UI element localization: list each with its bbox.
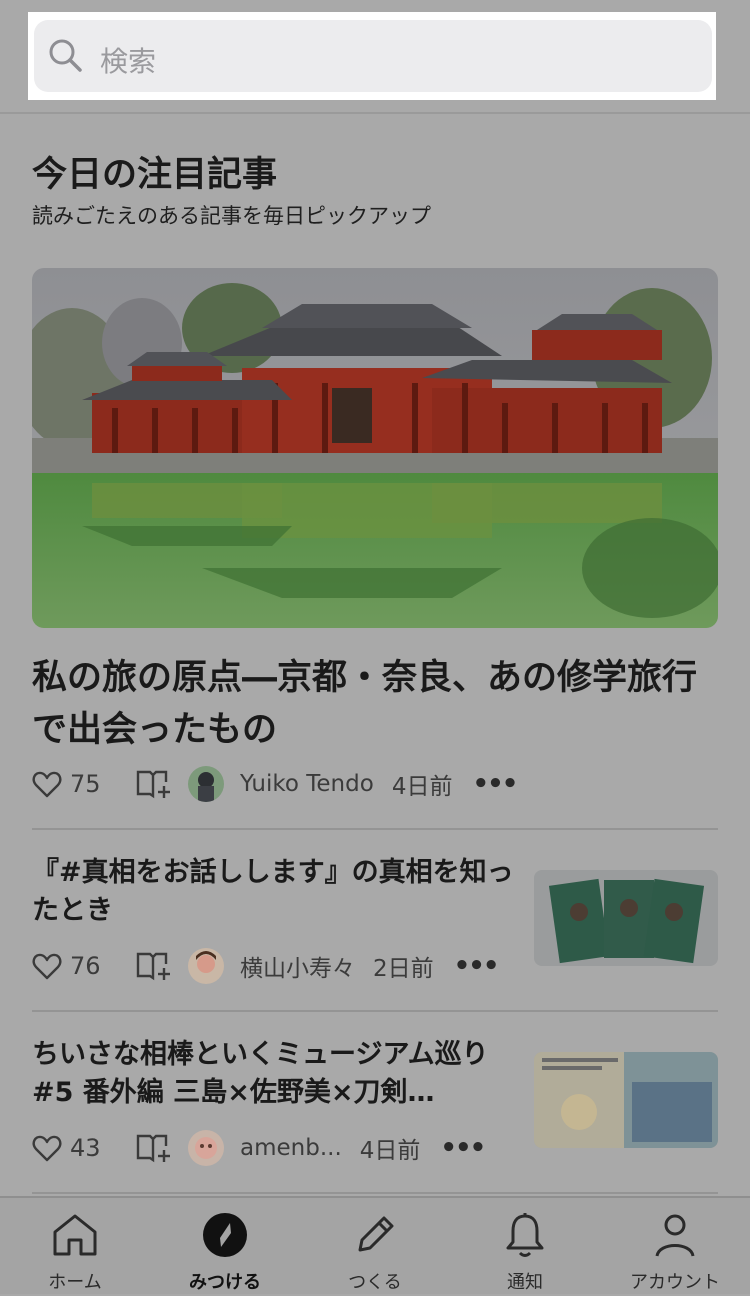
post-time: 2日前 — [373, 956, 434, 982]
like-count: 75 — [70, 770, 101, 798]
tab-create[interactable]: つくる — [300, 1198, 450, 1296]
divider — [32, 1192, 718, 1194]
featured-article-meta: 75 Yuiko Tendo 4日前 ••• — [32, 764, 518, 804]
avatar[interactable] — [188, 766, 224, 802]
tab-label: みつける — [189, 1272, 261, 1293]
author-name[interactable]: amenb... — [240, 1135, 342, 1161]
tab-home[interactable]: ホーム — [0, 1198, 150, 1296]
article-meta: 43 amenb... 4日前 ••• — [32, 1128, 486, 1168]
article-thumbnail[interactable] — [534, 870, 718, 966]
heart-icon[interactable] — [32, 952, 62, 980]
section-title: 今日の注目記事 — [32, 155, 278, 195]
more-options-icon[interactable]: ••• — [440, 1133, 486, 1163]
tab-notifications[interactable]: 通知 — [450, 1198, 600, 1296]
search-placeholder: 検索 — [100, 45, 157, 78]
search-icon — [49, 39, 82, 72]
divider — [32, 828, 718, 830]
header-divider — [0, 112, 750, 114]
search-input[interactable]: 検索 — [34, 20, 712, 92]
add-to-magazine-icon[interactable] — [136, 1132, 172, 1164]
divider — [32, 1010, 718, 1012]
avatar[interactable] — [188, 1130, 224, 1166]
home-icon — [50, 1212, 100, 1262]
author-name[interactable]: Yuiko Tendo — [240, 771, 374, 797]
like-count: 76 — [70, 952, 101, 980]
more-options-icon[interactable]: ••• — [472, 769, 518, 799]
article-meta: 76 横山小寿々 2日前 ••• — [32, 946, 500, 986]
tab-label: ホーム — [48, 1272, 102, 1293]
author-name[interactable]: 横山小寿々 — [240, 949, 355, 983]
tab-label: つくる — [348, 1272, 402, 1293]
search-header: 検索 — [28, 12, 716, 100]
tab-account[interactable]: アカウント — [600, 1198, 750, 1296]
article-title[interactable]: 『#真相をお話しします』の真相を知ったとき — [32, 854, 522, 930]
heart-icon[interactable] — [32, 770, 62, 798]
tab-label: アカウント — [630, 1272, 720, 1293]
more-options-icon[interactable]: ••• — [454, 951, 500, 981]
heart-icon[interactable] — [32, 1134, 62, 1162]
bell-icon — [503, 1212, 547, 1264]
avatar[interactable] — [188, 948, 224, 984]
person-icon — [653, 1212, 697, 1262]
article-title[interactable]: ちいさな相棒といくミュージアム巡り#5 番外編 三島×佐野美×刀剣… — [32, 1036, 522, 1112]
tab-discover[interactable]: みつける — [150, 1198, 300, 1296]
featured-article-title[interactable]: 私の旅の原点―京都・奈良、あの修学旅行で出会ったもの — [32, 652, 722, 756]
post-time: 4日前 — [359, 1138, 421, 1164]
tab-label: 通知 — [507, 1272, 543, 1293]
article-thumbnail[interactable] — [534, 1052, 718, 1148]
like-count: 43 — [70, 1134, 101, 1162]
pencil-icon — [352, 1212, 398, 1262]
add-to-magazine-icon[interactable] — [136, 950, 172, 982]
post-time: 4日前 — [391, 774, 453, 800]
add-to-magazine-icon[interactable] — [136, 768, 172, 800]
compass-icon — [202, 1212, 248, 1262]
bottom-tab-bar: ホーム みつける つくる 通知 アカウント — [0, 1196, 750, 1294]
section-subtitle: 読みごたえのある記事を毎日ピックアップ — [32, 204, 431, 228]
featured-article-image[interactable] — [32, 268, 718, 628]
